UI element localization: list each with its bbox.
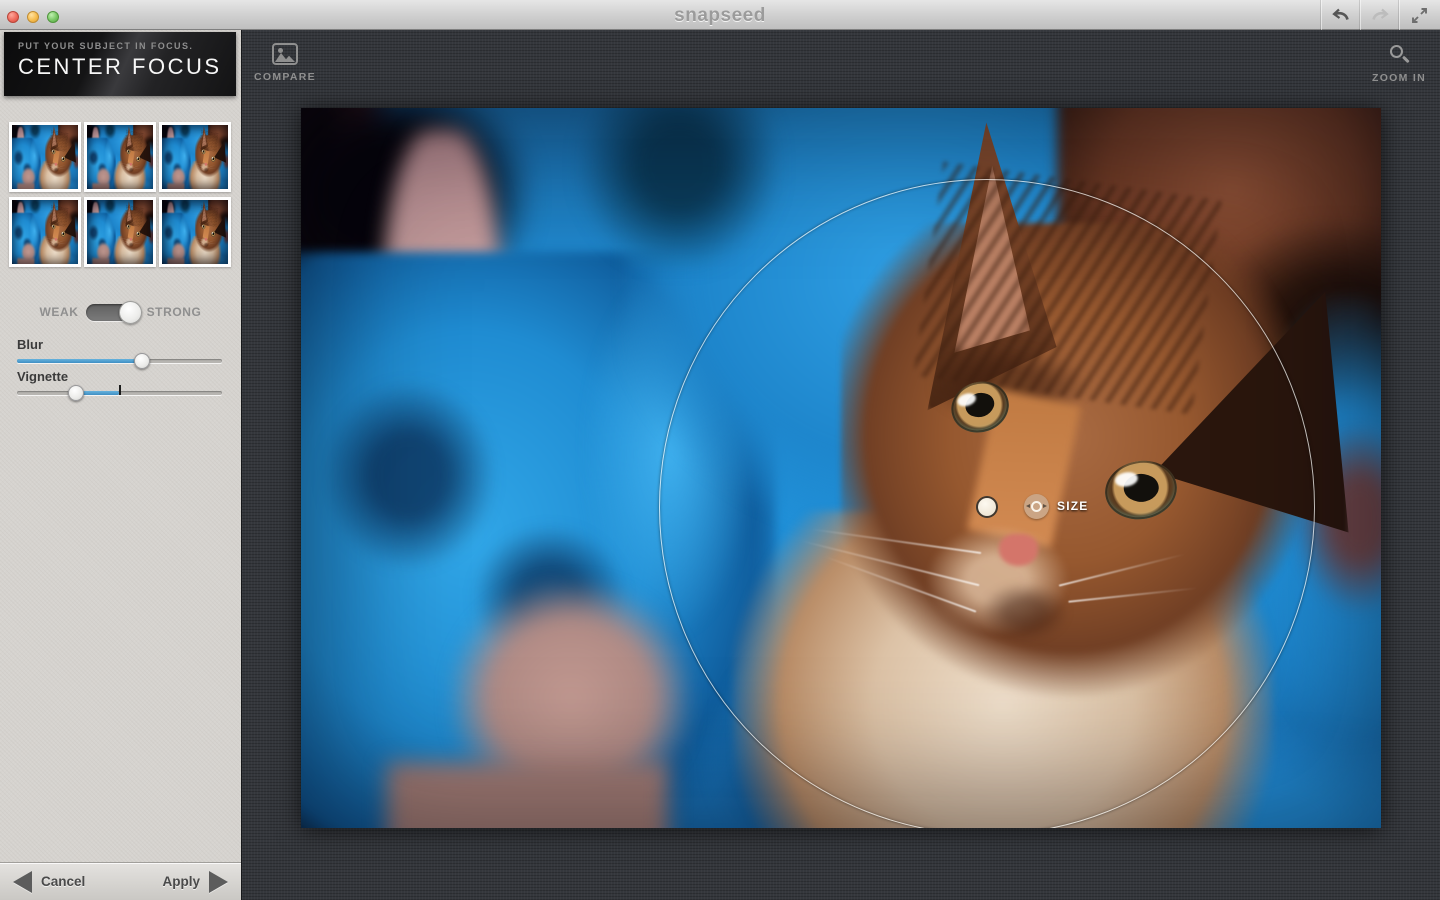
apply-arrow-icon bbox=[209, 871, 228, 893]
blur-slider-fill bbox=[17, 359, 142, 363]
strength-row: WEAK STRONG bbox=[0, 299, 241, 325]
preset-thumbnail-4[interactable] bbox=[9, 197, 81, 267]
vignette-slider-label: Vignette bbox=[17, 369, 222, 384]
cancel-arrow-icon bbox=[13, 871, 32, 893]
sidebar-footer: Cancel Apply bbox=[0, 862, 241, 900]
strong-label: STRONG bbox=[147, 305, 202, 319]
blur-slider-track[interactable] bbox=[17, 359, 222, 363]
blur-slider-label: Blur bbox=[17, 337, 222, 352]
undo-button[interactable] bbox=[1321, 0, 1360, 30]
weak-label: WEAK bbox=[40, 305, 79, 319]
vignette-slider-track[interactable] bbox=[17, 391, 222, 395]
cancel-button[interactable]: Cancel bbox=[13, 871, 85, 893]
app-title: snapseed bbox=[0, 5, 1440, 27]
preset-preview bbox=[12, 125, 78, 189]
vignette-slider-group: Vignette bbox=[17, 369, 222, 395]
zoom-in-label: ZOOM IN bbox=[1372, 72, 1426, 84]
apply-button[interactable]: Apply bbox=[162, 871, 228, 893]
image-icon bbox=[272, 43, 298, 65]
preset-preview bbox=[87, 125, 153, 189]
undo-icon bbox=[1331, 7, 1351, 23]
titlebar-actions bbox=[1321, 0, 1438, 30]
preset-thumbnail-1[interactable] bbox=[9, 122, 81, 192]
size-control-button[interactable] bbox=[1024, 494, 1049, 519]
photo-preview: SIZE bbox=[301, 108, 1381, 828]
compare-button[interactable]: COMPARE bbox=[250, 43, 320, 83]
redo-icon bbox=[1370, 7, 1390, 23]
editor-canvas: COMPARE ZOOM IN bbox=[242, 30, 1440, 900]
blur-slider-knob[interactable] bbox=[134, 353, 150, 369]
filter-subtitle: PUT YOUR SUBJECT IN FOCUS. bbox=[18, 41, 236, 51]
preset-preview bbox=[87, 200, 153, 264]
preset-thumbnail-3[interactable] bbox=[159, 122, 231, 192]
zoom-in-button[interactable]: ZOOM IN bbox=[1364, 44, 1434, 84]
preset-thumbnail-2[interactable] bbox=[84, 122, 156, 192]
fullscreen-icon bbox=[1411, 7, 1428, 24]
preset-preview bbox=[162, 200, 228, 264]
preset-thumbnail-6[interactable] bbox=[159, 197, 231, 267]
titlebar: snapseed bbox=[0, 0, 1440, 30]
cancel-label: Cancel bbox=[41, 874, 85, 889]
sidebar: PUT YOUR SUBJECT IN FOCUS. CENTER FOCUS bbox=[0, 30, 242, 900]
strength-toggle-knob[interactable] bbox=[119, 301, 142, 324]
preset-thumbnail-5[interactable] bbox=[84, 197, 156, 267]
vignette-default-tick bbox=[119, 385, 121, 395]
redo-button[interactable] bbox=[1360, 0, 1399, 30]
preset-preview bbox=[162, 125, 228, 189]
blur-slider-group: Blur bbox=[17, 337, 222, 363]
preset-grid bbox=[9, 122, 233, 267]
apply-label: Apply bbox=[162, 874, 200, 889]
resize-ring-icon bbox=[1031, 501, 1042, 512]
preset-preview bbox=[12, 200, 78, 264]
filter-header: PUT YOUR SUBJECT IN FOCUS. CENTER FOCUS bbox=[4, 32, 236, 96]
size-label: SIZE bbox=[1057, 499, 1088, 513]
vignette-slider-knob[interactable] bbox=[68, 385, 84, 401]
fullscreen-button[interactable] bbox=[1399, 0, 1438, 30]
strength-toggle[interactable] bbox=[86, 304, 140, 321]
magnifier-icon bbox=[1388, 44, 1410, 66]
focus-center-handle[interactable] bbox=[976, 496, 998, 518]
filter-title: CENTER FOCUS bbox=[18, 54, 236, 80]
compare-label: COMPARE bbox=[254, 71, 316, 83]
snapseed-window: snapseed PUT YOUR bbox=[0, 0, 1440, 900]
